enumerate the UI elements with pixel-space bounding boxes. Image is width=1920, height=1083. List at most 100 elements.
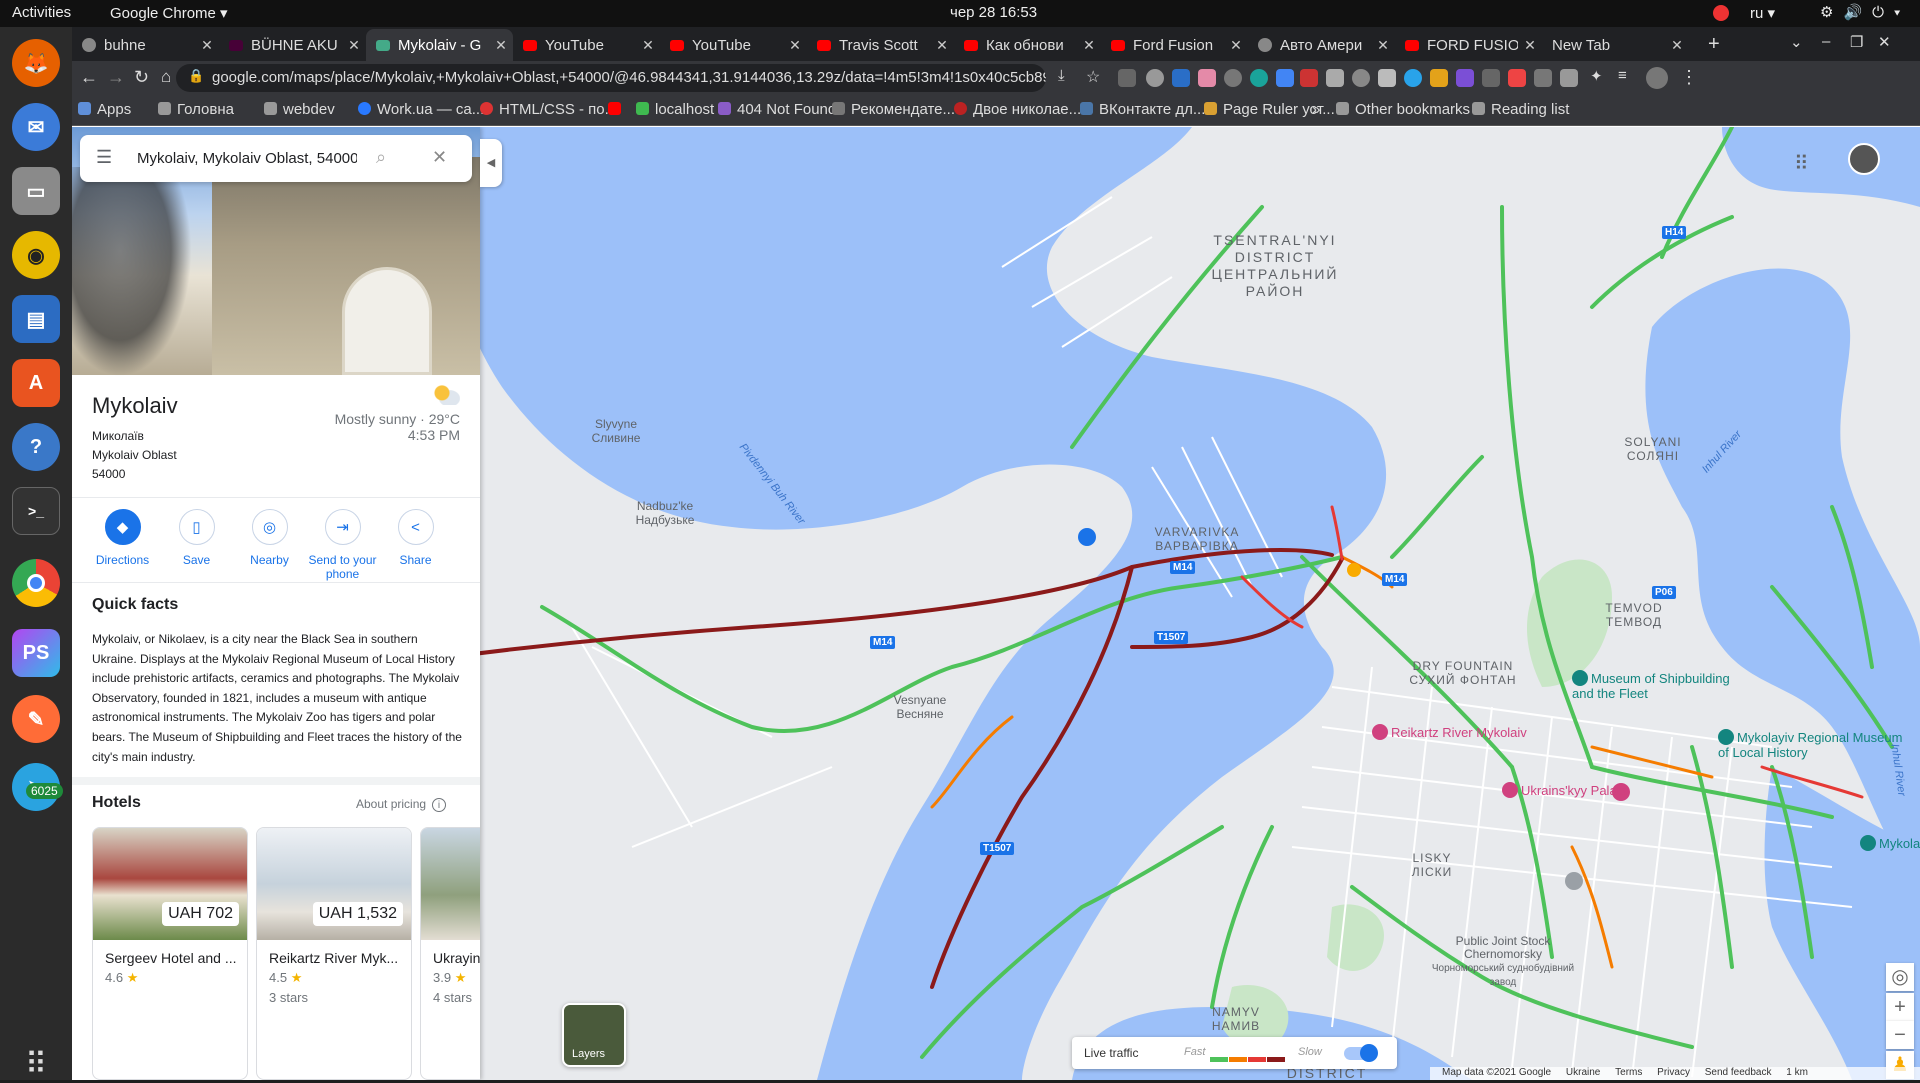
tab-youtube-1[interactable]: YouTube✕: [513, 29, 660, 61]
tab-ford-fusion[interactable]: Ford Fusion✕: [1101, 29, 1248, 61]
tab-new-tab[interactable]: New Tab✕: [1542, 29, 1689, 61]
extension-c-icon[interactable]: [1404, 69, 1422, 87]
bookmark-apps[interactable]: Apps: [78, 101, 131, 118]
extension-box-icon[interactable]: [1560, 69, 1578, 87]
account-avatar[interactable]: [1848, 143, 1880, 175]
bookmark-htmlcss[interactable]: HTML/CSS - по...: [480, 101, 617, 118]
close-tab-icon[interactable]: ✕: [1518, 37, 1542, 54]
activities-button[interactable]: Activities: [12, 4, 71, 21]
footer-country[interactable]: Ukraine: [1566, 1067, 1600, 1078]
language-switch[interactable]: ru ▾: [1750, 4, 1775, 22]
zoom-out-button[interactable]: −: [1886, 1021, 1914, 1049]
search-input[interactable]: Mykolaiv, Mykolaiv Oblast, 54000: [137, 150, 357, 167]
poi-museum-shipbuilding[interactable]: Museum of Shipbuilding and the Fleet: [1572, 670, 1732, 701]
hotel-card[interactable]: UAH 702 Sergeev Hotel and ... 4.6 ★: [92, 827, 248, 1080]
close-tab-icon[interactable]: ✕: [195, 37, 219, 54]
extension-v2-icon[interactable]: [1378, 69, 1396, 87]
nearby-button[interactable]: ◎Nearby: [233, 509, 306, 567]
help-icon[interactable]: ?: [12, 423, 60, 471]
close-tab-icon[interactable]: ✕: [489, 37, 513, 54]
send-to-phone-button[interactable]: ⇥Send to your phone: [306, 509, 379, 581]
bookmark-webdev[interactable]: webdev: [264, 101, 335, 118]
maximize-button[interactable]: ❐: [1850, 33, 1863, 51]
extension-pen-icon[interactable]: [1118, 69, 1136, 87]
close-window-button[interactable]: ✕: [1878, 33, 1891, 51]
extension-target-icon[interactable]: [1224, 69, 1242, 87]
bookmark-dvoe[interactable]: Двое николае...: [954, 101, 1081, 118]
files-icon[interactable]: ▭: [12, 167, 60, 215]
extension-purple-icon[interactable]: [1456, 69, 1474, 87]
software-center-icon[interactable]: A: [12, 359, 60, 407]
chrome-icon[interactable]: [12, 559, 60, 607]
clock[interactable]: чер 28 16:53: [950, 4, 1037, 21]
bookmark-404[interactable]: 404 Not Found: [718, 101, 836, 118]
close-tab-icon[interactable]: ✕: [783, 37, 807, 54]
extension-arrow-icon[interactable]: [1508, 69, 1526, 87]
extension-v-icon[interactable]: [1172, 69, 1190, 87]
hotel-card[interactable]: UAH 1,532 Reikartz River Myk... 4.5 ★ 3 …: [256, 827, 412, 1080]
bookmark-youtube[interactable]: [608, 101, 627, 118]
thunderbird-icon[interactable]: ✉: [12, 103, 60, 151]
close-tab-icon[interactable]: ✕: [636, 37, 660, 54]
extension-m-icon[interactable]: [1250, 69, 1268, 87]
bookmark-vk[interactable]: ВКонтакте дл...: [1080, 101, 1205, 118]
writer-icon[interactable]: ▤: [12, 295, 60, 343]
bookmark-localhost[interactable]: localhost: [636, 101, 714, 118]
close-tab-icon[interactable]: ✕: [1077, 37, 1101, 54]
tab-youtube-2[interactable]: YouTube✕: [660, 29, 807, 61]
tab-avto-amerika[interactable]: Авто Амери✕: [1248, 29, 1395, 61]
directions-button[interactable]: ◆Directions: [86, 509, 159, 567]
phpstorm-icon[interactable]: PS: [12, 629, 60, 677]
extension-translate-icon[interactable]: [1276, 69, 1294, 87]
profile-avatar[interactable]: [1646, 67, 1668, 89]
close-tab-icon[interactable]: ✕: [1224, 37, 1248, 54]
layers-button[interactable]: Layers: [562, 1003, 626, 1067]
map-scale[interactable]: 1 km: [1786, 1067, 1808, 1078]
firefox-icon[interactable]: 🦊: [12, 39, 60, 87]
poi-ukrainskyy-palats[interactable]: Ukrains'kyy Palats: [1502, 782, 1672, 798]
back-icon[interactable]: ←: [80, 67, 98, 88]
tab-mykolaiv-maps[interactable]: Mykolaiv - G✕: [366, 29, 513, 61]
extension-gray-icon[interactable]: [1482, 69, 1500, 87]
poi-mykolaiv-right[interactable]: Mykola: [1860, 835, 1920, 851]
other-bookmarks[interactable]: Other bookmarks: [1336, 101, 1470, 118]
app-menu[interactable]: Google Chrome ▾: [110, 4, 228, 22]
share-button[interactable]: <Share: [379, 509, 452, 567]
new-tab-button[interactable]: +: [1708, 33, 1720, 56]
bookmark-holovna[interactable]: Головна: [158, 101, 234, 118]
install-icon[interactable]: ⤓: [1058, 67, 1065, 84]
menu-icon[interactable]: ☰: [96, 147, 112, 168]
reading-mode-icon[interactable]: ≡: [1618, 67, 1627, 84]
bookmark-workua[interactable]: Work.ua — са...: [358, 101, 484, 118]
extension-gear-icon[interactable]: [1146, 69, 1164, 87]
extension-color-icon[interactable]: [1198, 69, 1216, 87]
extension-image-icon[interactable]: [1326, 69, 1344, 87]
star-icon[interactable]: ☆: [1086, 67, 1100, 87]
about-pricing-link[interactable]: About pricingi: [356, 797, 446, 812]
extension-ball-icon[interactable]: [1352, 69, 1370, 87]
search-icon[interactable]: ⌕: [376, 147, 386, 168]
extension-adblock-icon[interactable]: [1300, 69, 1318, 87]
tab-buhne[interactable]: buhne✕: [72, 29, 219, 61]
address-bar[interactable]: 🔒 google.com/maps/place/Mykolaiv,+Mykola…: [176, 64, 1046, 92]
tab-ford-fusion-2[interactable]: FORD FUSIO✕: [1395, 29, 1542, 61]
close-tab-icon[interactable]: ✕: [1665, 37, 1689, 54]
traffic-toggle[interactable]: [1344, 1047, 1376, 1060]
extension-pencil-icon[interactable]: [1430, 69, 1448, 87]
home-icon[interactable]: ⌂: [161, 67, 171, 87]
chrome-menu-icon[interactable]: ⋮: [1680, 67, 1698, 88]
zoom-in-button[interactable]: +: [1886, 993, 1914, 1021]
close-tab-icon[interactable]: ✕: [930, 37, 954, 54]
tab-kak-obnovit[interactable]: Как обнови✕: [954, 29, 1101, 61]
footer-terms[interactable]: Terms: [1615, 1067, 1642, 1078]
collapse-panel-button[interactable]: ◀: [480, 139, 502, 187]
tab-search-icon[interactable]: ⌄: [1790, 33, 1803, 51]
extension-fx-icon[interactable]: [1534, 69, 1552, 87]
poi-reikartz[interactable]: Reikartz River Mykolaiv: [1372, 724, 1562, 740]
system-tray[interactable]: ⚙🔊⏻▾: [1820, 3, 1910, 21]
live-traffic-dropdown[interactable]: Live traffic: [1084, 1046, 1138, 1060]
notification-icon[interactable]: [1713, 5, 1729, 21]
rhythmbox-icon[interactable]: ◉: [12, 231, 60, 279]
bookmarks-overflow-icon[interactable]: »: [1312, 101, 1320, 118]
close-tab-icon[interactable]: ✕: [1371, 37, 1395, 54]
